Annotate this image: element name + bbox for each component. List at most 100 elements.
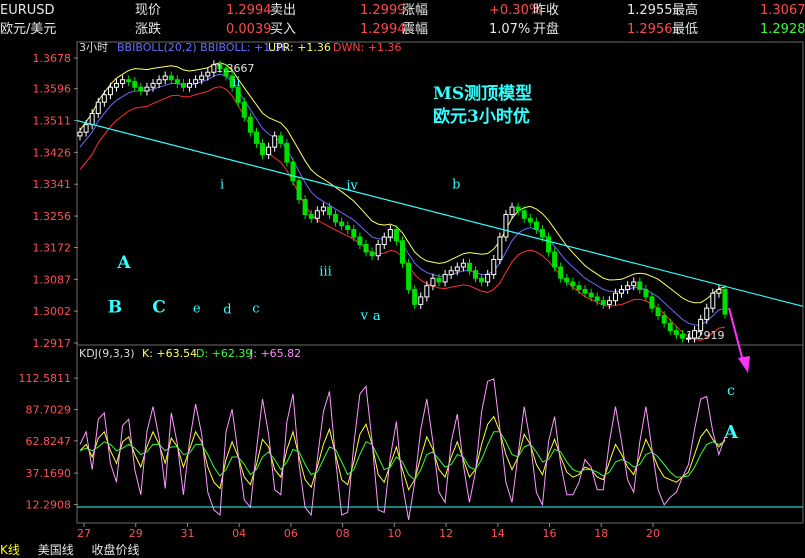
candle-body — [412, 288, 418, 305]
candle-body — [509, 206, 515, 216]
candle-body — [272, 135, 278, 148]
candle-body — [546, 236, 552, 253]
kdj-ytick-label: 62.8247 — [26, 435, 72, 448]
candle-body — [114, 82, 120, 88]
header-cell-11: 1.3067 — [760, 3, 805, 18]
candle-body — [637, 281, 643, 290]
header-cell-7: 1.07% — [489, 22, 531, 37]
candle-body — [454, 266, 460, 272]
candle-body — [357, 236, 363, 246]
candle-body — [503, 214, 509, 238]
kdj-line-k — [79, 415, 726, 491]
kdj-j-legend: J: +65.82 — [249, 347, 301, 360]
candle-body — [363, 244, 369, 253]
candle-body — [643, 288, 649, 298]
candle-body — [570, 281, 576, 287]
kdj-ytick-label: 12.2908 — [26, 499, 72, 512]
tab-kline[interactable]: K线 — [0, 543, 20, 557]
xtick-label: 12 — [439, 527, 453, 540]
main-upr-legend: UPR: +1.36 — [268, 41, 331, 54]
sub-wave-A: A — [723, 422, 739, 443]
candle-body — [126, 79, 132, 83]
xtick-label: 06 — [284, 527, 298, 540]
xtick-label: 20 — [646, 527, 660, 540]
lower-band-line — [79, 86, 726, 341]
candle-body — [625, 285, 631, 290]
candle-body — [722, 288, 728, 315]
main-y-axis: 1.3678 1.3596 1.3511 1.3426 1.3341 1.3256 1.31… — [33, 52, 78, 350]
candle-body — [418, 296, 424, 305]
candle-body — [424, 285, 430, 298]
header-cell-6: 涨幅 — [402, 3, 429, 18]
main-boll-legend: BBIBOLL(20,2) BBIBOLL: +1.36 — [117, 41, 288, 54]
header-cell-6: 震幅 — [402, 22, 429, 37]
main-dwn-legend: DWN: +1.36 — [333, 41, 402, 54]
candle-body — [278, 135, 284, 144]
candle-body — [406, 262, 412, 290]
tab-us-line[interactable]: 美国线 — [38, 543, 74, 557]
xtick-label: 31 — [180, 527, 194, 540]
candle-body — [594, 296, 600, 302]
main-ytick-label: 1.3511 — [33, 115, 72, 128]
candle-body — [400, 240, 405, 264]
candle-body — [205, 71, 211, 77]
header-cell-2: 涨跌 — [135, 22, 162, 37]
candle-body — [661, 315, 667, 324]
xtick-label: 04 — [232, 527, 246, 540]
kdj-d-legend: D: +62.39 — [196, 347, 252, 360]
candle-body — [558, 266, 564, 279]
status-bar: K线 美国线 收盘价线 — [0, 542, 805, 558]
candle-body — [156, 79, 162, 84]
kdj-y-axis: 112.5811 87.7029 62.8247 37.1690 12.2908 — [19, 372, 78, 512]
kdj-series-group — [77, 378, 803, 521]
chart-area[interactable]: 1.3678 1.3596 1.3511 1.3426 1.3341 1.3256 1.31… — [0, 40, 805, 542]
candle-body — [168, 75, 174, 81]
main-ytick-label: 1.2917 — [33, 337, 72, 350]
kdj-line-j — [79, 378, 726, 521]
header-cell-4: 买入 — [270, 22, 297, 37]
candle-body — [673, 330, 679, 335]
header-cell-3: 0.0039 — [226, 22, 272, 37]
candle-body — [144, 86, 150, 92]
candle-body — [162, 75, 168, 81]
candle-body — [326, 206, 332, 216]
candle-body — [381, 236, 387, 246]
xtick-label: 08 — [336, 527, 350, 540]
main-ytick-label: 1.3341 — [33, 178, 72, 191]
wave-label: a — [373, 309, 381, 324]
candle-body — [527, 217, 533, 223]
candle-body — [89, 112, 95, 126]
header-cell-8: 昨收 — [533, 3, 560, 18]
candle-body — [284, 142, 290, 163]
title-line-2: 欧元3小时优 — [433, 106, 530, 127]
tab-close-line[interactable]: 收盘价线 — [92, 543, 140, 557]
candle-body — [95, 101, 101, 114]
candle-body — [187, 82, 193, 88]
kdj-ytick-label: 112.5811 — [19, 372, 72, 385]
header-cell-10: 最高 — [672, 3, 699, 18]
candle-body — [552, 251, 558, 268]
wave-label: c — [252, 302, 259, 317]
candle-body — [132, 81, 138, 88]
candle-body — [302, 199, 308, 216]
header-cell-8: 开盘 — [533, 22, 560, 37]
candle-body — [679, 333, 685, 339]
candle-body — [619, 288, 625, 294]
candle-body — [612, 292, 618, 302]
main-ytick-label: 1.3256 — [33, 210, 72, 223]
quote-header: EURUSD 现价 1.2994 卖出 1.2999 涨幅 +0.30% 昨收 1.2955 最高… — [0, 0, 805, 40]
candle-body — [667, 322, 673, 332]
wave-label: b — [452, 177, 460, 192]
wave-label: i — [220, 177, 224, 192]
main-ytick-label: 1.3426 — [33, 146, 72, 159]
candle-body — [588, 292, 594, 298]
high-price-label: 1.3667 — [216, 62, 255, 75]
candle-body — [582, 288, 588, 294]
candle-body — [479, 277, 485, 283]
candle-body — [241, 101, 247, 118]
candle-body — [631, 281, 637, 287]
header-cell-1: EURUSD — [0, 3, 55, 18]
xtick-label: 10 — [387, 527, 401, 540]
main-ytick-label: 1.3002 — [33, 305, 72, 318]
wave-label: iii — [319, 265, 331, 280]
